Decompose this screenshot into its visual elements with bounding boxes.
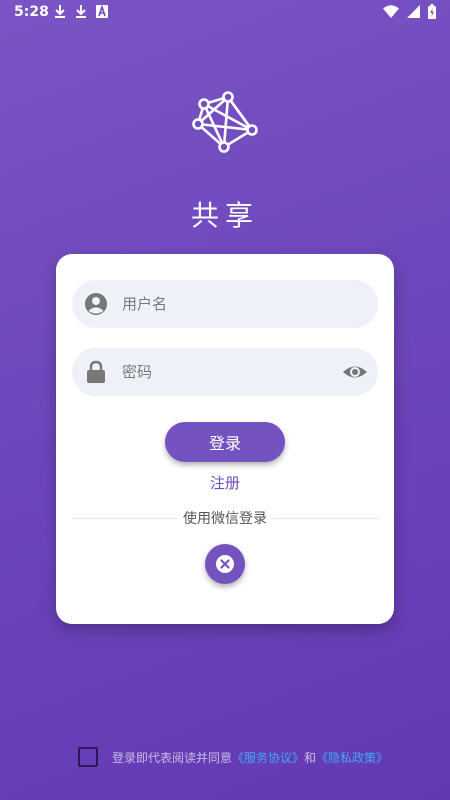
wechat-login-divider: 使用微信登录 [72,508,378,528]
app-title: 共享 [190,199,259,232]
eye-icon[interactable] [342,359,368,385]
agreement-and-text: 和 [304,750,317,765]
login-card: 登录 注册 使用微信登录 [56,254,394,624]
username-input[interactable] [120,294,378,314]
login-button[interactable]: 登录 [165,422,285,462]
wechat-login-button[interactable] [205,544,245,584]
register-link[interactable]: 注册 [56,472,394,493]
lock-icon [87,360,105,383]
privacy-policy-link[interactable]: 《隐私政策》 [316,749,388,766]
download-icon [76,5,86,18]
status-bar: 5:28 [0,0,450,26]
signal-icon [407,5,420,18]
password-field[interactable] [72,348,378,396]
username-field[interactable] [72,280,378,328]
battery-icon [428,4,436,19]
agreement-text: 登录即代表阅读并同意 [112,750,233,765]
service-agreement-link[interactable]: 《服务协议》 [232,749,304,766]
download-icon [55,5,65,18]
font-icon [96,5,108,18]
close-circle-icon [216,555,234,573]
network-logo-icon [192,91,258,153]
status-time: 5:28 [14,4,49,20]
wechat-login-label: 使用微信登录 [177,508,273,528]
status-left-icons [54,5,108,19]
wifi-icon [383,5,399,18]
account-circle-icon [85,293,107,315]
status-right-icons [383,4,436,19]
agreement-checkbox[interactable] [78,747,98,767]
password-input[interactable] [120,362,342,382]
agreement-row: 登录即代表阅读并同意 《服务协议》 和 《隐私政策》 [78,747,388,767]
